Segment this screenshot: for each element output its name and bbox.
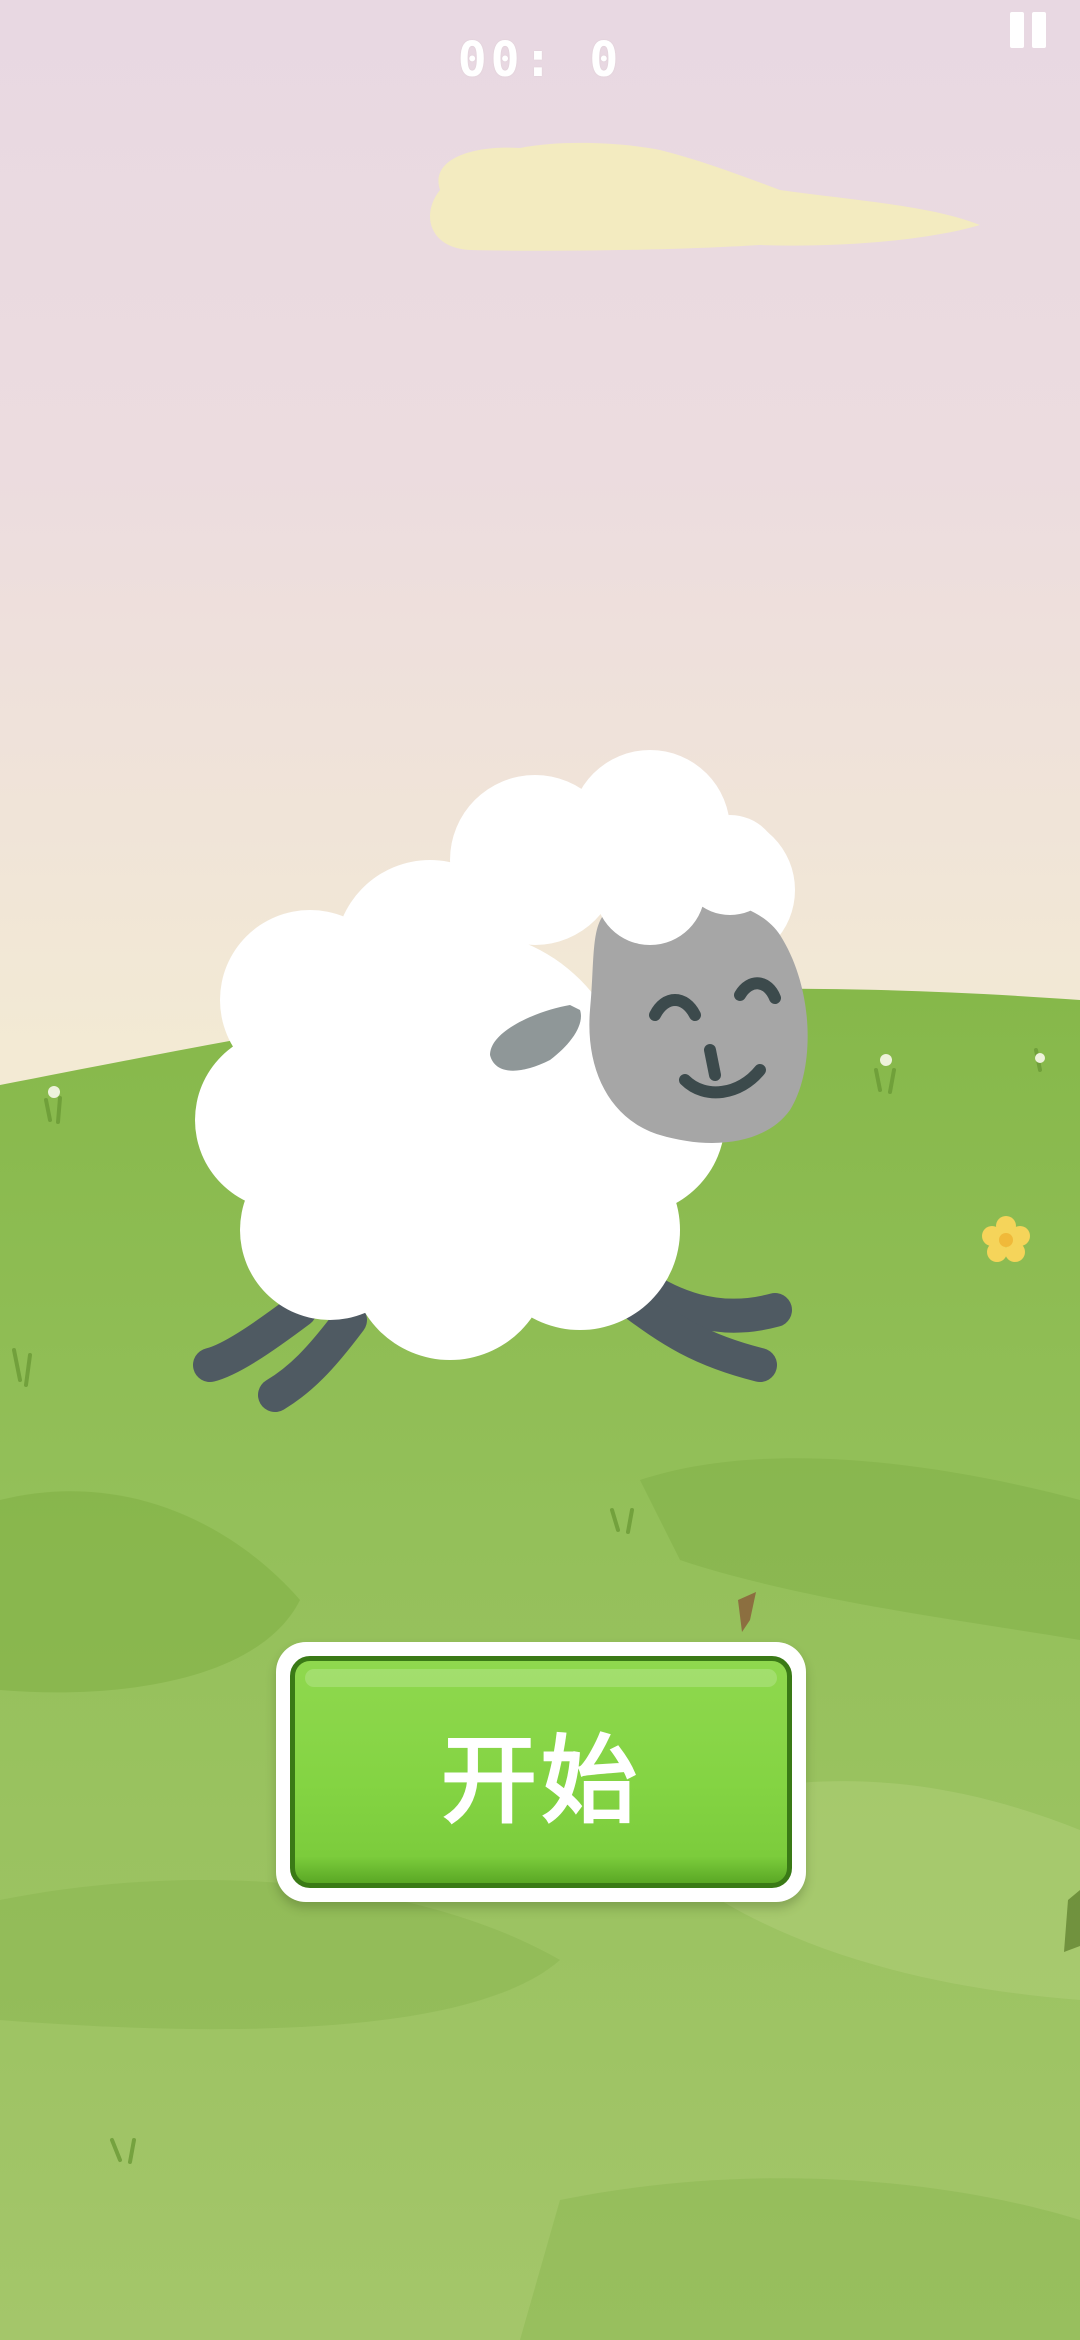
pause-button[interactable] bbox=[1002, 8, 1054, 60]
timer-display: 00: 0 bbox=[457, 32, 623, 88]
start-button[interactable]: 开始 bbox=[276, 1642, 806, 1902]
cloud bbox=[430, 142, 980, 251]
game-screen: 00: 0 开始 bbox=[0, 0, 1080, 2340]
start-button-face: 开始 bbox=[290, 1656, 792, 1888]
start-button-label: 开始 bbox=[441, 1724, 641, 1837]
sheep-character bbox=[193, 750, 808, 1412]
grass-shade bbox=[520, 2178, 1080, 2340]
